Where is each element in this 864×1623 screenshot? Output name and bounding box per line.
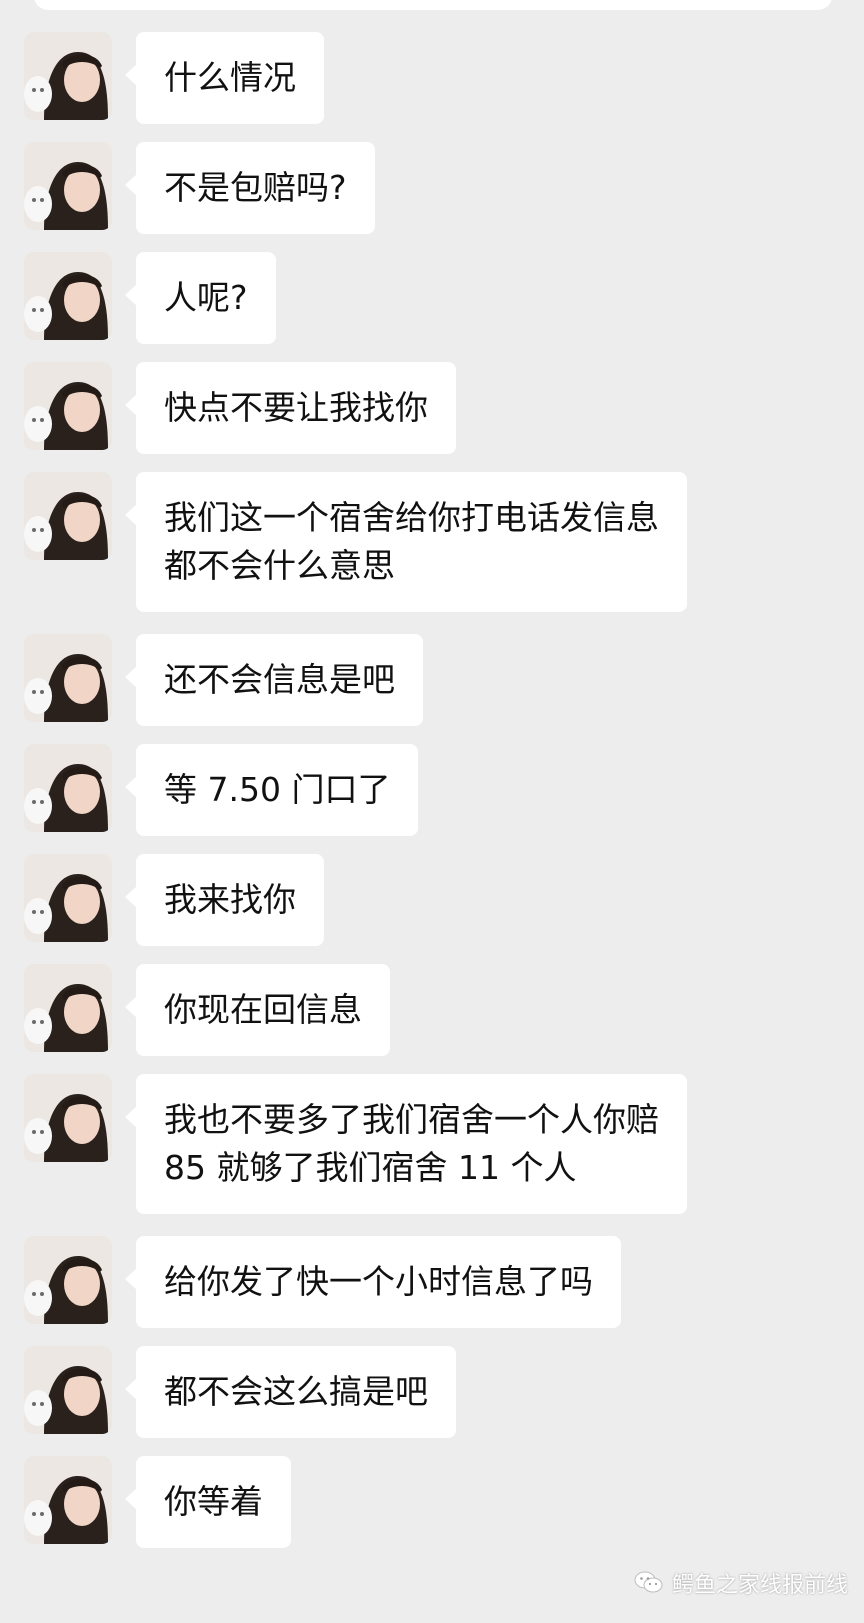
sender-avatar[interactable]	[24, 634, 112, 722]
chat-history[interactable]: 什么情况 不是包赔吗? 人呢? 快点不要让我找你 我们这一个宿舍给你打电话发信息…	[0, 0, 864, 1623]
sender-avatar[interactable]	[24, 142, 112, 230]
avatar-portrait-icon	[24, 1346, 112, 1434]
avatar-portrait-icon	[24, 1456, 112, 1544]
sender-avatar[interactable]	[24, 854, 112, 942]
sender-avatar[interactable]	[24, 964, 112, 1052]
avatar-portrait-icon	[24, 252, 112, 340]
message-bubble[interactable]: 都不会这么搞是吧	[125, 1346, 456, 1438]
avatar-portrait-icon	[24, 964, 112, 1052]
message-bubble[interactable]: 我也不要多了我们宿舍一个人你赔 85 就够了我们宿舍 11 个人	[125, 1074, 687, 1214]
avatar-portrait-icon	[24, 634, 112, 722]
sender-avatar[interactable]	[24, 32, 112, 120]
message-bubble[interactable]: 我来找你	[125, 854, 324, 946]
message-bubble[interactable]: 还不会信息是吧	[125, 634, 423, 726]
sender-avatar[interactable]	[24, 362, 112, 450]
sender-avatar[interactable]	[24, 744, 112, 832]
message-bubble[interactable]: 给你发了快一个小时信息了吗	[125, 1236, 621, 1328]
sender-avatar[interactable]	[24, 472, 112, 560]
message-bubble[interactable]: 什么情况	[125, 32, 324, 124]
avatar-portrait-icon	[24, 854, 112, 942]
sender-avatar[interactable]	[24, 1236, 112, 1324]
avatar-portrait-icon	[24, 362, 112, 450]
message-bubble[interactable]: 人呢?	[125, 252, 276, 344]
sender-avatar[interactable]	[24, 1074, 112, 1162]
message-bubble[interactable]: 你等着	[125, 1456, 291, 1548]
message-bubble[interactable]: 不是包赔吗?	[125, 142, 375, 234]
avatar-portrait-icon	[24, 1236, 112, 1324]
sender-avatar[interactable]	[24, 1346, 112, 1434]
sender-avatar[interactable]	[24, 252, 112, 340]
message-bubble[interactable]: 快点不要让我找你	[125, 362, 456, 454]
avatar-portrait-icon	[24, 1074, 112, 1162]
wechat-icon	[634, 1571, 663, 1593]
message-bubble[interactable]: 你现在回信息	[125, 964, 390, 1056]
avatar-portrait-icon	[24, 472, 112, 560]
avatar-portrait-icon	[24, 32, 112, 120]
message-bubble[interactable]: 等 7.50 门口了	[124, 744, 419, 836]
avatar-portrait-icon	[24, 744, 112, 832]
watermark-text: 鳄鱼之家线报前线	[672, 1573, 849, 1598]
message-bubble[interactable]: 我们这一个宿舍给你打电话发信息 都不会什么意思	[125, 472, 687, 612]
sender-avatar[interactable]	[24, 1456, 112, 1544]
avatar-portrait-icon	[24, 142, 112, 230]
watermark: 鳄鱼之家线报前线	[634, 1565, 848, 1601]
